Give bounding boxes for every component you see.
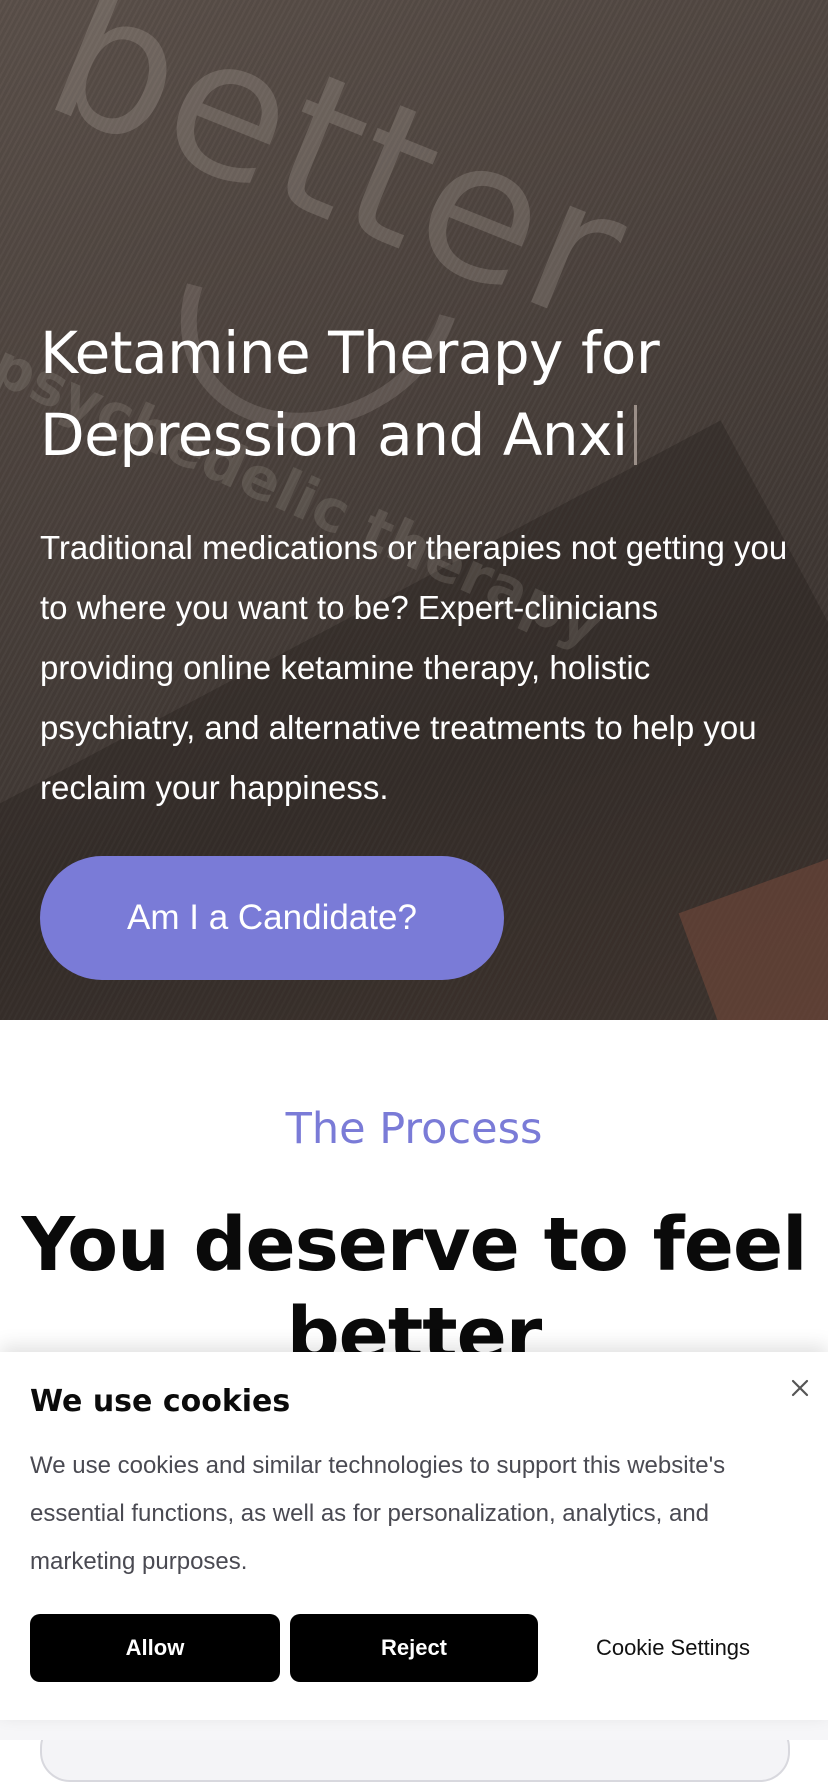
hero-description: Traditional medications or therapies not…: [40, 529, 788, 806]
close-icon-glyph: [791, 1379, 809, 1397]
candidate-button[interactable]: Am I a Candidate?: [40, 856, 504, 980]
cookie-title: We use cookies: [30, 1384, 291, 1419]
allow-button[interactable]: Allow: [30, 1614, 280, 1682]
close-icon[interactable]: [784, 1372, 816, 1404]
hero-section: better psychedelic therapy Ketamine Ther…: [0, 0, 828, 1020]
typing-cursor: [633, 405, 637, 465]
hero-title-text: Ketamine Therapy for Depression and Anxi: [40, 319, 660, 469]
bottom-strip: [0, 1720, 828, 1740]
hero-title: Ketamine Therapy for Depression and Anxi: [40, 312, 780, 476]
cookie-text: We use cookies and similar technologies …: [30, 1452, 726, 1575]
section-eyebrow: The Process: [285, 1104, 543, 1154]
cookie-banner: We use cookies We use cookies and simila…: [0, 1352, 828, 1720]
cookie-settings-button[interactable]: Cookie Settings: [548, 1614, 798, 1682]
reject-button[interactable]: Reject: [290, 1614, 538, 1682]
